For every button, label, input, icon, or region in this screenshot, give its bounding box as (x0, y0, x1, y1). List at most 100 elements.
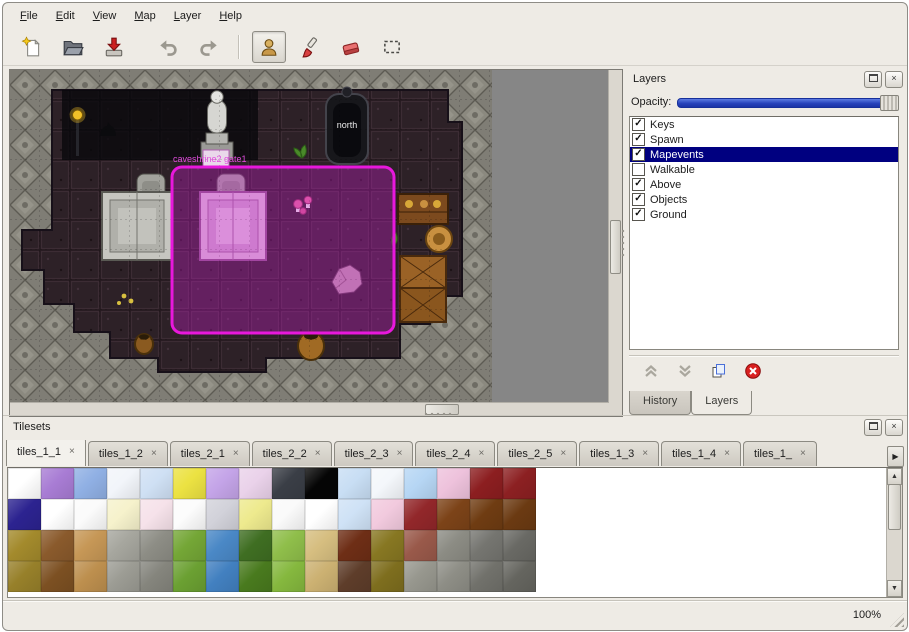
tab-close-icon[interactable]: × (723, 449, 731, 459)
tileset-tile[interactable] (503, 561, 536, 592)
tileset-tab-tiles_1_2[interactable]: tiles_1_2× (88, 441, 168, 466)
tileset-tile[interactable] (272, 530, 305, 561)
tab-close-icon[interactable]: × (799, 449, 807, 459)
tileset-tab-tiles_1_[interactable]: tiles_1_× (743, 441, 817, 466)
raise-layer-button[interactable] (639, 359, 663, 383)
tileset-tile[interactable] (8, 468, 41, 499)
tileset-tile[interactable] (371, 499, 404, 530)
tileset-tile[interactable] (74, 499, 107, 530)
tileset-tile[interactable] (404, 499, 437, 530)
tileset-tile[interactable] (437, 530, 470, 561)
new-file-button[interactable] (15, 31, 49, 63)
scroll-down-button[interactable]: ▼ (887, 580, 902, 597)
layer-visibility-checkbox[interactable]: ✓ (632, 133, 645, 146)
tileset-tile[interactable] (305, 499, 338, 530)
tileset-tile[interactable] (239, 468, 272, 499)
tileset-tile[interactable] (470, 468, 503, 499)
tileset-tab-tiles_2_3[interactable]: tiles_2_3× (334, 441, 414, 466)
map-canvas[interactable]: north (10, 70, 492, 402)
delete-layer-button[interactable] (741, 359, 765, 383)
menu-file[interactable]: File (11, 7, 47, 25)
tileset-tile[interactable] (206, 561, 239, 592)
undo-button[interactable] (151, 31, 185, 63)
tileset-tile[interactable] (305, 530, 338, 561)
tileset-tile[interactable] (41, 530, 74, 561)
tileset-tile[interactable] (107, 468, 140, 499)
tileset-tab-tiles_1_4[interactable]: tiles_1_4× (661, 441, 741, 466)
tileset-tile[interactable] (470, 530, 503, 561)
tileset-tile[interactable] (107, 499, 140, 530)
menu-map[interactable]: Map (125, 7, 164, 25)
layer-visibility-checkbox[interactable]: ✓ (632, 148, 645, 161)
tileset-tile[interactable] (404, 530, 437, 561)
tileset-tile[interactable] (338, 561, 371, 592)
eraser-tool-button[interactable] (334, 31, 368, 63)
tab-close-icon[interactable]: × (68, 447, 76, 457)
tileset-tile[interactable] (239, 530, 272, 561)
tileset-tile[interactable] (470, 499, 503, 530)
tileset-tile[interactable] (41, 561, 74, 592)
tileset-tab-tiles_2_2[interactable]: tiles_2_2× (252, 441, 332, 466)
map-viewport[interactable]: north (9, 69, 623, 417)
tileset-tile[interactable] (8, 499, 41, 530)
tileset-tile[interactable] (41, 468, 74, 499)
tilesets-panel-restore-button[interactable] (864, 419, 882, 436)
menu-edit[interactable]: Edit (47, 7, 84, 25)
tileset-tile[interactable] (140, 468, 173, 499)
tab-close-icon[interactable]: × (150, 449, 158, 459)
tileset-tile[interactable] (239, 499, 272, 530)
layer-visibility-checkbox[interactable] (632, 163, 645, 176)
layer-row-objects[interactable]: ✓Objects (630, 192, 898, 207)
tileset-tab-tiles_2_4[interactable]: tiles_2_4× (415, 441, 495, 466)
tileset-tile[interactable] (338, 499, 371, 530)
tileset-tile[interactable] (437, 468, 470, 499)
tileset-tile[interactable] (74, 468, 107, 499)
tab-scroll-right-button[interactable]: ▶ (887, 446, 904, 467)
menu-layer[interactable]: Layer (165, 7, 211, 25)
tileset-tile[interactable] (173, 561, 206, 592)
tileset-tile[interactable] (206, 468, 239, 499)
tileset-tile[interactable] (404, 561, 437, 592)
map-selection[interactable] (172, 167, 394, 333)
tileset-tile[interactable] (305, 468, 338, 499)
lower-layer-button[interactable] (673, 359, 697, 383)
tileset-tab-tiles_2_1[interactable]: tiles_2_1× (170, 441, 250, 466)
tileset-tile[interactable] (272, 561, 305, 592)
tileset-tile[interactable] (173, 499, 206, 530)
tileset-tile[interactable] (173, 530, 206, 561)
tileset-tile[interactable] (140, 561, 173, 592)
layer-visibility-checkbox[interactable]: ✓ (632, 208, 645, 221)
tileset-tile[interactable] (173, 468, 206, 499)
open-file-button[interactable] (56, 31, 90, 63)
tileset-tile[interactable] (272, 499, 305, 530)
resize-grip[interactable] (890, 613, 904, 627)
tileset-tile[interactable] (338, 468, 371, 499)
menu-help[interactable]: Help (210, 7, 251, 25)
tileset-tile[interactable] (371, 530, 404, 561)
tab-history[interactable]: History (629, 391, 691, 415)
tileset-tile[interactable] (8, 530, 41, 561)
tileset-tile[interactable] (404, 468, 437, 499)
layer-visibility-checkbox[interactable]: ✓ (632, 193, 645, 206)
tileset-tile[interactable] (206, 499, 239, 530)
tab-layers[interactable]: Layers (691, 391, 752, 415)
tileset-tab-tiles_2_5[interactable]: tiles_2_5× (497, 441, 577, 466)
tileset-tab-tiles_1_3[interactable]: tiles_1_3× (579, 441, 659, 466)
tileset-tile[interactable] (470, 561, 503, 592)
opacity-slider[interactable] (677, 94, 899, 110)
map-vertical-scroll-thumb[interactable] (610, 220, 621, 274)
brush-tool-button[interactable] (293, 31, 327, 63)
tileset-tile[interactable] (503, 530, 536, 561)
tileset-tile[interactable] (107, 561, 140, 592)
scroll-up-button[interactable]: ▲ (887, 468, 902, 485)
layer-row-keys[interactable]: ✓Keys (630, 117, 898, 132)
layer-visibility-checkbox[interactable]: ✓ (632, 118, 645, 131)
layers-panel-restore-button[interactable] (864, 71, 882, 88)
map-vertical-scrollbar[interactable] (608, 70, 622, 403)
tileset-tile[interactable] (272, 468, 305, 499)
tab-close-icon[interactable]: × (232, 449, 240, 459)
tilesets-panel-close-button[interactable]: × (885, 419, 903, 436)
tab-close-icon[interactable]: × (396, 449, 404, 459)
tileset-tile[interactable] (437, 499, 470, 530)
layer-row-spawn[interactable]: ✓Spawn (630, 132, 898, 147)
